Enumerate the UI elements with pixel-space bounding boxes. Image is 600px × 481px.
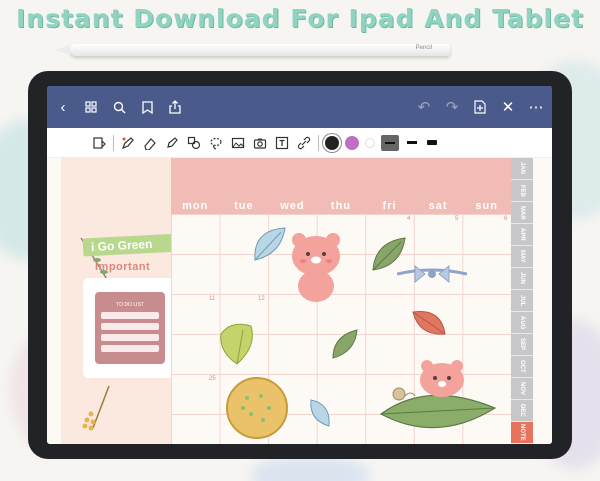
leaf-sticker <box>310 399 330 427</box>
highlighter-icon[interactable] <box>164 135 180 151</box>
redo-icon[interactable]: ↷ <box>440 95 464 119</box>
shapes-icon[interactable] <box>186 135 202 151</box>
todo-title: TO DO LIST <box>116 302 144 308</box>
todo-line[interactable] <box>101 323 159 330</box>
pencil-label: Pencil <box>415 45 432 51</box>
ribbon-sticker <box>397 264 467 284</box>
toolbar-divider <box>318 134 319 151</box>
planner-side-panel: i Go Green Important TO DO LIST <box>61 158 180 444</box>
link-icon[interactable] <box>296 135 312 151</box>
day-label: tue <box>234 200 254 212</box>
month-tab[interactable]: DEC <box>511 400 533 422</box>
month-tab[interactable]: APR <box>511 224 533 246</box>
date-number: 12 <box>258 296 265 302</box>
color-swatch-light[interactable] <box>365 137 375 148</box>
eraser-icon[interactable] <box>142 135 158 151</box>
monstera-leaf-sticker <box>220 323 253 365</box>
weekday-row: mon tue wed thu fri sat sun <box>171 200 511 212</box>
month-tab[interactable]: FEB <box>511 180 533 202</box>
month-tab[interactable]: JUN <box>511 268 533 290</box>
toolbar-divider <box>113 134 114 151</box>
todo-line[interactable] <box>101 345 159 352</box>
read-mode-icon[interactable] <box>91 135 107 151</box>
share-icon[interactable] <box>163 95 187 119</box>
undo-icon[interactable]: ↶ <box>412 95 436 119</box>
date-number: 6 <box>504 216 508 222</box>
grid-icon[interactable] <box>79 95 103 119</box>
bookmark-icon[interactable] <box>135 95 159 119</box>
fruit-slice-sticker <box>226 377 288 439</box>
headline: Instant Download For Ipad And Tablet <box>15 4 585 33</box>
day-label: thu <box>330 200 352 212</box>
image-icon[interactable] <box>230 135 246 151</box>
month-calendar: mon tue wed thu fri sat sun 4 5 6 11 12 … <box>171 158 511 444</box>
add-page-icon[interactable] <box>468 95 492 119</box>
todo-line[interactable] <box>101 334 159 341</box>
day-label: fri <box>382 200 397 212</box>
date-number: 4 <box>407 216 411 222</box>
search-icon[interactable] <box>107 95 131 119</box>
day-label: mon <box>182 200 209 212</box>
thickness-thick-button[interactable] <box>405 135 419 151</box>
month-tab[interactable]: SEP <box>511 334 533 356</box>
more-icon[interactable]: ⋯ <box>524 95 548 119</box>
red-leaf-sticker <box>412 310 446 335</box>
go-green-sticker: i Go Green <box>82 233 180 257</box>
back-icon[interactable]: ‹ <box>51 95 75 119</box>
pen-icon[interactable] <box>120 135 136 151</box>
day-label: wed <box>280 200 305 212</box>
wheat-sticker <box>82 385 110 431</box>
leaf-sticker <box>332 329 358 359</box>
apple-pencil: Pencil <box>54 44 450 56</box>
month-tab[interactable]: OCT <box>511 356 533 378</box>
month-tab[interactable]: AUG <box>511 312 533 334</box>
month-tab[interactable]: JAN <box>511 158 533 180</box>
close-icon[interactable]: ✕ <box>496 95 520 119</box>
month-tab[interactable]: NOV <box>511 378 533 400</box>
planner-page: i Go Green Important TO DO LIST mon tue … <box>47 158 552 444</box>
app-toolbar: ‹ ↶ ↷ ✕ ⋯ <box>47 86 552 128</box>
important-label: Important <box>95 261 151 273</box>
day-label: sun <box>475 200 498 212</box>
date-number: 25 <box>209 376 216 382</box>
thickness-thicker-button[interactable] <box>425 135 439 151</box>
thickness-medium-button[interactable] <box>381 134 399 151</box>
month-tabs: JAN FEB MAR APR MAY JUN JUL AUG SEP OCT … <box>511 158 533 444</box>
day-label: sat <box>428 200 448 212</box>
month-tab[interactable]: JUL <box>511 290 533 312</box>
todo-list-card: TO DO LIST <box>83 278 177 378</box>
month-tab-note[interactable]: NOTE <box>511 422 533 444</box>
todo-list[interactable]: TO DO LIST <box>95 292 165 364</box>
tablet-device: ‹ ↶ ↷ ✕ ⋯ i Go Green Important TO DO LIS… <box>28 71 572 459</box>
lasso-icon[interactable] <box>208 135 224 151</box>
color-swatch-black[interactable] <box>325 135 339 150</box>
bear-on-leaf-sticker <box>379 360 497 429</box>
text-icon[interactable] <box>274 135 290 151</box>
month-tab[interactable]: MAY <box>511 246 533 268</box>
camera-icon[interactable] <box>252 135 268 151</box>
date-number: 5 <box>455 216 459 222</box>
color-swatch-purple[interactable] <box>345 135 359 150</box>
drawing-toolbar <box>47 128 552 158</box>
month-tab[interactable]: MAR <box>511 202 533 224</box>
bear-sticker <box>292 233 340 302</box>
todo-line[interactable] <box>101 312 159 319</box>
tablet-screen: ‹ ↶ ↷ ✕ ⋯ i Go Green Important TO DO LIS… <box>47 86 552 444</box>
date-number: 11 <box>209 296 216 302</box>
